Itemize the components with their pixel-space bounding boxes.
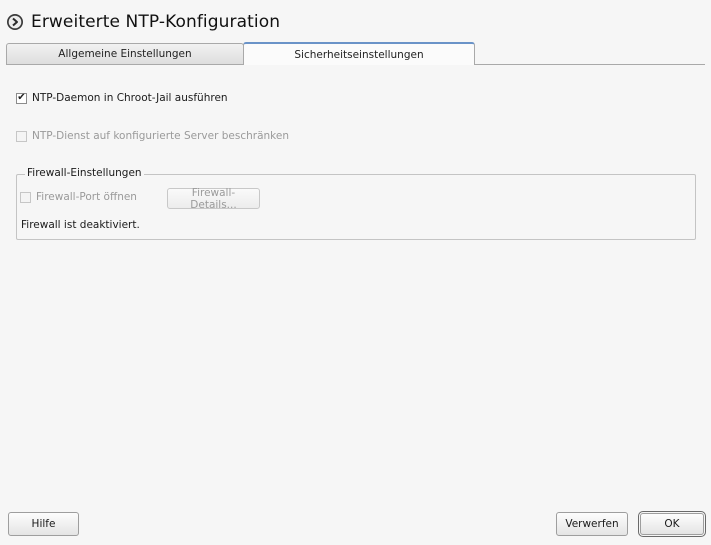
- firewall-details-button[interactable]: Firewall-Details...: [167, 187, 260, 211]
- tab-general-settings-label: Allgemeine Einstellungen: [58, 48, 192, 60]
- page-title: Erweiterte NTP-Konfiguration: [31, 12, 281, 32]
- chroot-jail-option[interactable]: ✔ NTP-Daemon in Chroot-Jail ausführen: [16, 92, 228, 104]
- restrict-servers-label: NTP-Dienst auf konfigurierte Server besc…: [32, 130, 289, 142]
- firewall-status-text: Firewall ist deaktiviert.: [21, 219, 140, 231]
- tab-security-settings-label: Sicherheitseinstellungen: [294, 48, 424, 61]
- active-tab-connector: [244, 64, 474, 65]
- firewall-port-option[interactable]: Firewall-Port öffnen: [20, 191, 137, 203]
- discard-button[interactable]: Verwerfen: [556, 512, 628, 536]
- checkmark-icon: ✔: [17, 92, 26, 103]
- yast-arrow-icon: [6, 13, 24, 31]
- help-button[interactable]: Hilfe: [8, 512, 79, 536]
- tab-general-settings[interactable]: Allgemeine Einstellungen: [6, 43, 244, 64]
- restrict-servers-option[interactable]: NTP-Dienst auf konfigurierte Server besc…: [16, 130, 289, 142]
- firewall-port-label: Firewall-Port öffnen: [36, 191, 137, 203]
- firewall-port-checkbox[interactable]: [20, 191, 31, 203]
- restrict-servers-checkbox[interactable]: [16, 130, 27, 142]
- dialog-window: { "window": { "title": "Erweiterte NTP-K…: [0, 0, 711, 545]
- chroot-jail-label: NTP-Daemon in Chroot-Jail ausführen: [32, 92, 228, 104]
- dialog-header: Erweiterte NTP-Konfiguration: [6, 10, 280, 34]
- firewall-group-title: Firewall-Einstellungen: [25, 167, 144, 179]
- tab-bar: Allgemeine Einstellungen Sicherheitseins…: [6, 42, 705, 65]
- tab-security-settings[interactable]: Sicherheitseinstellungen: [243, 42, 475, 65]
- chroot-jail-checkbox[interactable]: ✔: [16, 92, 27, 104]
- ok-button[interactable]: OK: [638, 511, 706, 537]
